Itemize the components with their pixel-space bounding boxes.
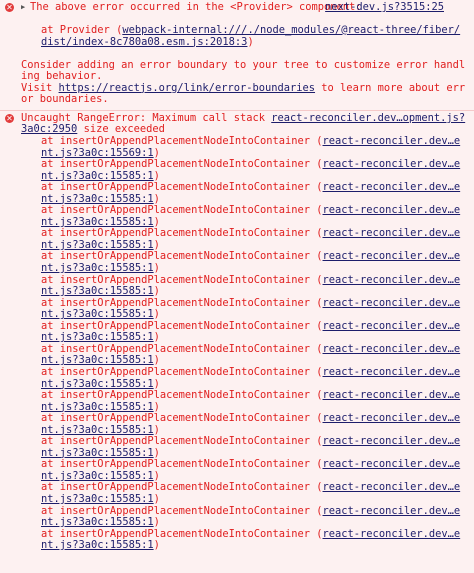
stack-frame-suffix: ): [153, 492, 160, 505]
stack-frame-suffix: ): [153, 377, 160, 390]
stack-frame-suffix: ): [153, 308, 160, 321]
stack-frame-function: at insertOrAppendPlacementNodeIntoContai…: [41, 458, 323, 471]
stack-frame-function: at insertOrAppendPlacementNodeIntoContai…: [41, 250, 323, 263]
error-header-suffix: size exceeded: [77, 123, 165, 136]
stack-frame: at insertOrAppendPlacementNodeIntoContai…: [21, 389, 466, 413]
stack-frame: at insertOrAppendPlacementNodeIntoContai…: [21, 135, 466, 159]
stack-frame-suffix: ): [153, 285, 160, 298]
stack-frame-function: at insertOrAppendPlacementNodeIntoContai…: [41, 319, 323, 332]
scrollbar[interactable]: [468, 0, 474, 573]
source-location-link[interactable]: next-dev.js?3515:25: [325, 1, 444, 14]
advice-text: Consider adding an error boundary to you…: [21, 58, 466, 83]
message-header: Uncaught RangeError: Maximum call stack …: [21, 111, 466, 136]
stack-frame-suffix: ): [153, 446, 160, 459]
stack-frame-suffix: ): [153, 215, 160, 228]
stack-frame: at insertOrAppendPlacementNodeIntoContai…: [21, 158, 466, 182]
stack-frame-function: at insertOrAppendPlacementNodeIntoContai…: [41, 412, 323, 425]
stack-frame-function: at insertOrAppendPlacementNodeIntoContai…: [41, 527, 323, 540]
stack-frame-function: at insertOrAppendPlacementNodeIntoContai…: [41, 158, 323, 171]
stack-frame-function: at insertOrAppendPlacementNodeIntoContai…: [41, 296, 323, 309]
stack-frame-function: at insertOrAppendPlacementNodeIntoContai…: [41, 204, 323, 217]
error-header-text: The above error occurred in the <Provide…: [30, 1, 362, 13]
console-error-message: ✕ ▶ The above error occurred in the <Prov…: [0, 0, 474, 110]
stack-frame-function: at insertOrAppendPlacementNodeIntoContai…: [41, 504, 323, 517]
stack-frame: at insertOrAppendPlacementNodeIntoContai…: [21, 273, 466, 298]
stack-frame: at insertOrAppendPlacementNodeIntoContai…: [21, 504, 466, 529]
stack-frame-suffix: ): [153, 423, 160, 436]
stack-frame: at insertOrAppendPlacementNodeIntoContai…: [21, 459, 466, 482]
error-icon: ✕: [5, 113, 14, 123]
stack-frame-suffix: ): [153, 516, 160, 529]
visit-line: Visit https://reactjs.org/link/error-bou…: [21, 81, 466, 106]
stack-frame-function: at insertOrAppendPlacementNodeIntoContai…: [41, 435, 323, 448]
stack-frame-suffix: ): [153, 238, 160, 251]
stack-frame: at insertOrAppendPlacementNodeIntoContai…: [21, 412, 466, 436]
error-header-text: Uncaught RangeError: Maximum call stack: [21, 111, 272, 124]
stack-frame-function: at insertOrAppendPlacementNodeIntoContai…: [41, 365, 323, 378]
stack-frame: at Provider (webpack-internal:///./node_…: [21, 24, 466, 48]
stack-frame-function: at insertOrAppendPlacementNodeIntoContai…: [41, 135, 323, 148]
stack-frame-suffix: ): [247, 35, 254, 48]
stack-frame: at insertOrAppendPlacementNodeIntoContai…: [21, 205, 466, 228]
stack-frame-suffix: ): [153, 262, 160, 275]
stack-frame: at insertOrAppendPlacementNodeIntoContai…: [21, 228, 466, 251]
console-error-message: ✕ Uncaught RangeError: Maximum call stac…: [0, 109, 474, 556]
stack-frame-function: at insertOrAppendPlacementNodeIntoContai…: [41, 342, 323, 355]
stack-frame-suffix: ): [153, 469, 160, 482]
stack-frame-suffix: ): [153, 539, 160, 552]
error-boundaries-link[interactable]: https://reactjs.org/link/error-boundarie…: [59, 82, 315, 94]
stack-frame: at insertOrAppendPlacementNodeIntoContai…: [21, 482, 466, 505]
stack-frame-suffix: ): [153, 192, 160, 205]
stack-frame-function: at Provider (: [41, 24, 123, 37]
stack-frame-suffix: ): [153, 400, 160, 413]
stack-frame: at insertOrAppendPlacementNodeIntoContai…: [21, 435, 466, 459]
stack-frame-function: at insertOrAppendPlacementNodeIntoContai…: [41, 273, 323, 286]
stack-frame: at insertOrAppendPlacementNodeIntoContai…: [21, 342, 466, 367]
error-icon: ✕: [5, 3, 14, 12]
devtools-console: ✕ ▶ The above error occurred in the <Prov…: [0, 0, 474, 573]
stack-frame: at insertOrAppendPlacementNodeIntoContai…: [21, 181, 466, 205]
stack-frame: at insertOrAppendPlacementNodeIntoContai…: [21, 319, 466, 344]
stack-frame-suffix: ): [153, 146, 160, 159]
stack-frame-function: at insertOrAppendPlacementNodeIntoContai…: [41, 181, 323, 194]
stack-frame: at insertOrAppendPlacementNodeIntoContai…: [21, 251, 466, 274]
stack-frame: at insertOrAppendPlacementNodeIntoContai…: [21, 365, 466, 390]
stack-frame-suffix: ): [153, 169, 160, 182]
stack-trace: at insertOrAppendPlacementNodeIntoContai…: [21, 135, 466, 552]
stack-frame: at insertOrAppendPlacementNodeIntoContai…: [21, 296, 466, 321]
stack-frame-function: at insertOrAppendPlacementNodeIntoContai…: [41, 227, 323, 240]
stack-frame-suffix: ): [153, 354, 160, 367]
visit-prefix: Visit: [21, 81, 59, 94]
stack-frame-suffix: ): [153, 331, 160, 344]
stack-frame-function: at insertOrAppendPlacementNodeIntoContai…: [41, 389, 323, 402]
expand-triangle-icon[interactable]: ▶: [21, 2, 28, 14]
stack-frame-function: at insertOrAppendPlacementNodeIntoContai…: [41, 481, 323, 494]
stack-frame: at insertOrAppendPlacementNodeIntoContai…: [21, 527, 466, 552]
